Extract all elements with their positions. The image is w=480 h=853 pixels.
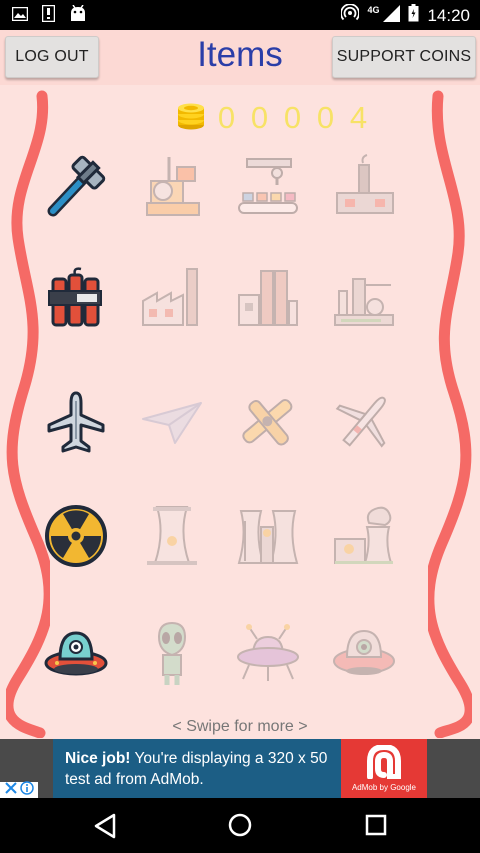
back-icon[interactable] [93,813,117,844]
cooling-tower-icon [147,506,197,565]
item-paper-plane[interactable] [138,388,206,456]
item-reactor-towers[interactable] [234,502,302,570]
biplane-icon [242,399,293,446]
coin-counter: 0 0 0 0 4 [176,100,369,136]
ad-banner[interactable]: Nice job! You're displaying a 320 x 50 t… [0,739,480,798]
small-factory-icon [336,154,394,214]
item-alien-ship[interactable] [330,620,398,688]
item-ufo[interactable] [42,620,110,688]
item-saw-machine[interactable] [138,152,206,220]
item-factory-chimney[interactable] [138,264,206,332]
support-coins-button[interactable]: SUPPORT COINS [332,36,476,78]
recents-icon[interactable] [365,814,387,841]
radiation-icon [45,505,107,567]
ufo-icon [44,631,108,676]
status-bar: 4G 14:20 [0,0,480,30]
items-screen: LOG OUT Items SUPPORT COINS 0 0 0 0 4 < … [0,30,480,739]
clock: 14:20 [427,5,470,25]
hotspot-icon [340,3,361,27]
alien-ship-icon [333,629,395,675]
coin-digit: 0 [316,100,335,135]
factory-buildings-icon [238,270,298,326]
coin-digit: 0 [217,100,236,135]
hammer-icon [47,155,106,217]
coin-digit: 0 [250,100,269,135]
paper-plane-icon [142,402,202,444]
item-assembly-line[interactable] [234,152,302,220]
factory-chimney-icon [142,268,198,326]
item-jet[interactable] [330,388,398,456]
info-icon[interactable] [20,780,34,800]
logout-button[interactable]: LOG OUT [5,36,99,78]
item-radiation[interactable] [42,502,110,570]
coin-digit: 4 [349,100,368,135]
admob-logo: AdMob by Google [341,739,427,798]
airplane-icon [47,391,105,453]
swipe-hint[interactable]: < Swipe for more > [0,718,480,736]
coin-digit: 0 [283,100,302,135]
assembly-line-icon [238,158,298,214]
ad-choices[interactable] [0,780,38,800]
close-icon[interactable] [4,781,18,800]
nuclear-plant-icon [334,506,393,564]
item-refinery[interactable] [330,264,398,332]
network-type: 4G [367,4,380,15]
item-flying-saucer[interactable] [234,620,302,688]
refinery-icon [334,278,394,326]
item-hammer[interactable] [42,152,110,220]
item-small-factory[interactable] [330,152,398,220]
ad-headline: Nice job! [65,750,131,767]
admob-icon [367,745,401,779]
item-cooling-tower[interactable] [138,502,206,570]
item-biplane[interactable] [234,388,302,456]
item-airplane[interactable] [42,388,110,456]
page-title: Items [197,35,283,74]
sim-card-icon [41,4,56,27]
right-wave-decoration [428,90,472,738]
admob-caption: AdMob by Google [351,783,417,792]
ad-text: Nice job! You're displaying a 320 x 50 t… [65,748,345,790]
item-alien[interactable] [138,620,206,688]
alien-icon [157,621,187,685]
jet-icon [335,396,386,448]
navigation-bar [0,798,480,853]
gallery-icon [11,6,29,26]
battery-icon [408,4,419,27]
saw-machine-icon [146,157,200,216]
android-icon [69,4,87,27]
home-icon[interactable] [228,813,252,842]
item-nuclear-plant[interactable] [330,502,398,570]
ad-creative[interactable]: Nice job! You're displaying a 320 x 50 t… [53,739,427,798]
item-dynamite[interactable] [42,264,110,332]
item-factory-buildings[interactable] [234,264,302,332]
flying-saucer-icon [237,624,299,681]
coin-stack-icon [176,101,206,136]
signal-icon [383,4,401,27]
reactor-towers-icon [237,510,299,564]
header: LOG OUT Items SUPPORT COINS [0,30,480,85]
dynamite-icon [48,267,102,327]
